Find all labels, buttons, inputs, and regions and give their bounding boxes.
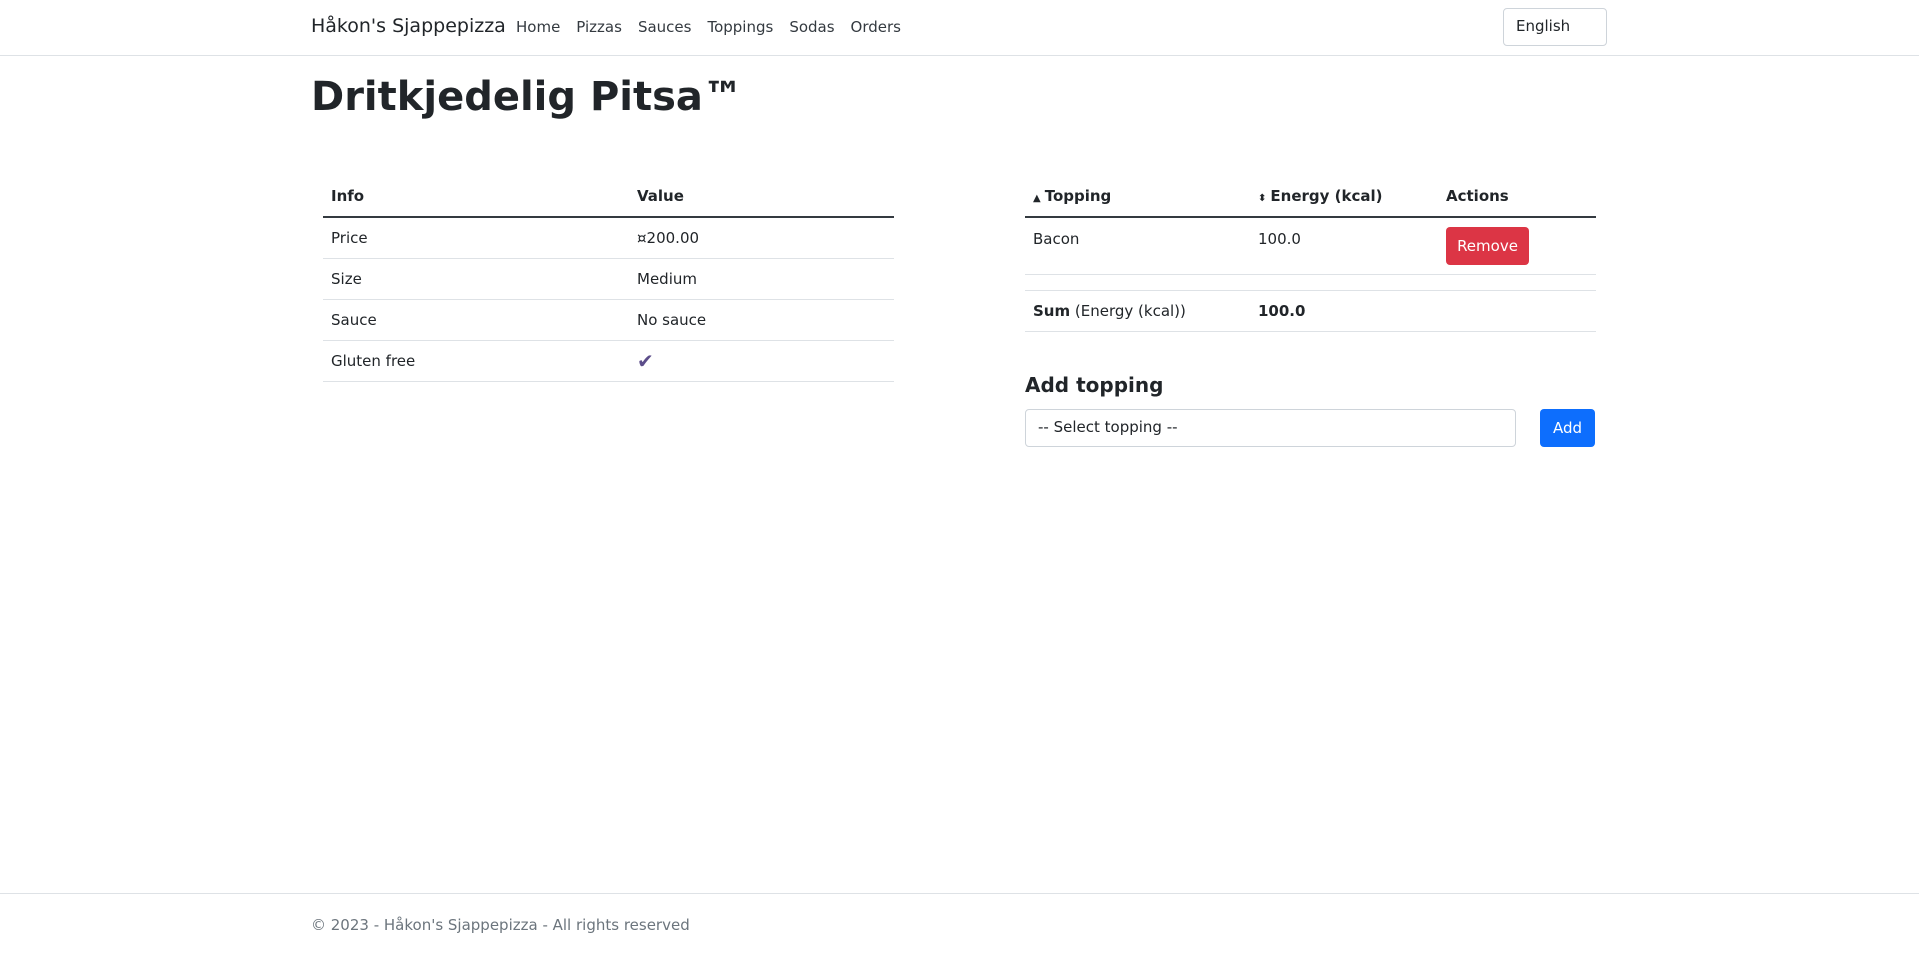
- table-row: Gluten free ✔: [323, 340, 894, 382]
- nav-links: Home Pizzas Sauces Toppings Sodas Orders: [516, 18, 917, 36]
- nav-link-sauces[interactable]: Sauces: [638, 18, 692, 36]
- add-topping-button[interactable]: Add: [1540, 409, 1595, 447]
- info-value: No sauce: [629, 299, 894, 341]
- navbar: Håkon's Sjappepizza Home Pizzas Sauces T…: [0, 0, 1919, 56]
- info-table-header: Info Value: [323, 176, 894, 218]
- energy-header-label: Energy (kcal): [1270, 187, 1383, 205]
- add-topping-title: Add topping: [1025, 373, 1164, 397]
- topping-select[interactable]: -- Select topping --: [1025, 409, 1516, 447]
- nav-link-toppings[interactable]: Toppings: [707, 18, 773, 36]
- table-row: Sauce No sauce: [323, 299, 894, 341]
- sum-value-cell: 100.0: [1250, 290, 1438, 332]
- topping-header-label: Topping: [1044, 187, 1112, 205]
- footer: © 2023 - Håkon's Sjappepizza - All right…: [0, 893, 1919, 954]
- energy-header[interactable]: ⬍ Energy (kcal): [1250, 176, 1438, 218]
- table-row: Bacon 100.0 Remove: [1025, 217, 1596, 275]
- sum-value: 100.0: [1258, 301, 1306, 320]
- info-value: ¤200.00: [629, 217, 894, 259]
- sum-label: Sum: [1033, 301, 1071, 320]
- topping-table: ▲ Topping ⬍ Energy (kcal) Actions Bacon 10…: [1025, 176, 1596, 332]
- info-label: Sauce: [323, 299, 629, 341]
- actions-header: Actions: [1438, 176, 1596, 218]
- topping-table-header: ▲ Topping ⬍ Energy (kcal) Actions: [1025, 176, 1596, 218]
- sum-label-cell: Sum (Energy (kcal)): [1025, 290, 1250, 332]
- nav-link-home[interactable]: Home: [516, 18, 560, 36]
- remove-topping-button[interactable]: Remove: [1446, 226, 1529, 265]
- topping-actions: Remove: [1438, 217, 1596, 275]
- language-select[interactable]: English: [1503, 8, 1607, 46]
- table-row: Size Medium: [323, 258, 894, 300]
- topping-header[interactable]: ▲ Topping: [1025, 176, 1250, 218]
- nav-link-pizzas[interactable]: Pizzas: [576, 18, 622, 36]
- sort-ascending-icon: ▲: [1033, 193, 1041, 204]
- info-label: Price: [323, 217, 629, 259]
- sum-unit: (Energy (kcal)): [1074, 301, 1186, 320]
- table-row: Price ¤200.00: [323, 217, 894, 259]
- sum-row: Sum (Energy (kcal)) 100.0: [1025, 290, 1596, 332]
- checkmark-icon: ✔: [637, 348, 654, 373]
- brand-link[interactable]: Håkon's Sjappepizza: [311, 15, 506, 37]
- topping-energy: 100.0: [1250, 217, 1438, 275]
- topping-name: Bacon: [1025, 217, 1250, 275]
- info-table: Info Value Price ¤200.00 Size Medium Sau…: [323, 176, 894, 382]
- footer-text: © 2023 - Håkon's Sjappepizza - All right…: [311, 916, 690, 934]
- info-label: Size: [323, 258, 629, 300]
- page-title: Dritkjedelig Pitsa™: [311, 74, 743, 120]
- nav-link-sodas[interactable]: Sodas: [789, 18, 834, 36]
- info-value: Medium: [629, 258, 894, 300]
- info-header: Info: [323, 176, 629, 218]
- nav-link-orders[interactable]: Orders: [851, 18, 901, 36]
- value-header: Value: [629, 176, 894, 218]
- sort-icon: ⬍: [1258, 193, 1267, 204]
- info-label: Gluten free: [323, 340, 629, 382]
- spacer-row: [1025, 274, 1596, 291]
- info-value: ✔: [629, 340, 894, 382]
